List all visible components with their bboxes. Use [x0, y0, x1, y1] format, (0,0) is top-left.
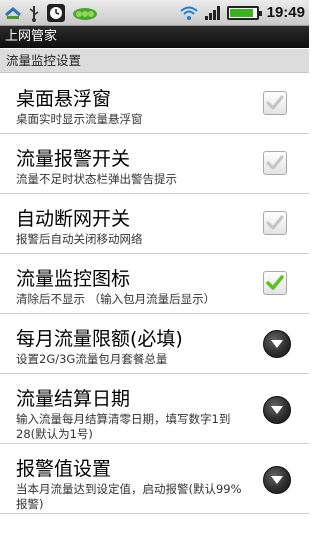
- setting-subtitle: 当本月流量达到设定值，启动报警(默认99%报警): [16, 482, 242, 511]
- wifi-icon: [179, 6, 198, 20]
- setting-title: 桌面悬浮窗: [16, 88, 112, 110]
- billing-date-dropdown-button[interactable]: [263, 396, 291, 424]
- battery-level-fill: [229, 8, 254, 17]
- checkmark-icon: [266, 95, 284, 110]
- chevron-down-icon: [271, 340, 283, 348]
- checkmark-icon: [266, 275, 284, 290]
- pea-app-icon: [73, 7, 97, 20]
- setting-subtitle: 设置2G/3G流量包月套餐总量: [16, 352, 168, 366]
- setting-subtitle: 报警后自动关闭移动网络: [16, 232, 143, 246]
- battery-icon: [226, 5, 262, 20]
- chevron-down-icon: [271, 406, 283, 414]
- status-right-icons: 19:49: [179, 2, 305, 23]
- section-header: 流量监控设置: [0, 49, 309, 73]
- setting-alarm-threshold[interactable]: 报警值设置 当本月流量达到设定值，启动报警(默认99%报警): [0, 444, 309, 514]
- setting-title: 每月流量限额(必填): [16, 328, 183, 350]
- traffic-alarm-checkbox[interactable]: [263, 151, 287, 175]
- app-title-bar: 上网管家: [0, 26, 309, 48]
- setting-title: 流量结算日期: [16, 388, 131, 410]
- setting-billing-date[interactable]: 流量结算日期 输入流量每月结算清零日期，填写数字1到28(默认为1号): [0, 374, 309, 444]
- setting-subtitle: 桌面实时显示流量悬浮窗: [16, 112, 143, 126]
- checkmark-icon: [266, 215, 284, 230]
- setting-traffic-alarm[interactable]: 流量报警开关 流量不足时状态栏弹出警告提示: [0, 134, 309, 194]
- monitor-icon-checkbox[interactable]: [263, 271, 287, 295]
- clock-time: 19:49: [266, 4, 305, 21]
- usb-icon: [29, 5, 39, 22]
- setting-monthly-limit[interactable]: 每月流量限额(必填) 设置2G/3G流量包月套餐总量: [0, 314, 309, 374]
- status-left-icons: [4, 2, 98, 23]
- chevron-down-icon: [271, 476, 283, 484]
- checkmark-icon: [266, 155, 284, 170]
- status-bar: 19:49: [0, 0, 309, 26]
- setting-title: 流量报警开关: [16, 148, 131, 170]
- setting-title: 流量监控图标: [16, 268, 131, 290]
- auto-disconnect-checkbox[interactable]: [263, 211, 287, 235]
- alarm-clock-icon: [47, 3, 65, 22]
- alarm-threshold-dropdown-button[interactable]: [263, 466, 291, 494]
- setting-auto-disconnect[interactable]: 自动断网开关 报警后自动关闭移动网络: [0, 194, 309, 254]
- app-title: 上网管家: [5, 29, 58, 44]
- setting-subtitle: 流量不足时状态栏弹出警告提示: [16, 172, 177, 186]
- setting-subtitle: 清除后不显示 （输入包月流量后显示）: [16, 292, 216, 306]
- section-header-label: 流量监控设置: [6, 53, 82, 68]
- monthly-limit-dropdown-button[interactable]: [263, 330, 291, 358]
- floating-window-checkbox[interactable]: [263, 91, 287, 115]
- signal-icon: [204, 5, 220, 20]
- setting-floating-window[interactable]: 桌面悬浮窗 桌面实时显示流量悬浮窗: [0, 74, 309, 134]
- setting-title: 报警值设置: [16, 458, 112, 480]
- sync-icon: [5, 6, 21, 19]
- setting-title: 自动断网开关: [16, 208, 131, 230]
- setting-subtitle: 输入流量每月结算清零日期，填写数字1到28(默认为1号): [16, 412, 231, 441]
- setting-monitor-icon[interactable]: 流量监控图标 清除后不显示 （输入包月流量后显示）: [0, 254, 309, 314]
- settings-list: 桌面悬浮窗 桌面实时显示流量悬浮窗 流量报警开关 流量不足时状态栏弹出警告提示 …: [0, 74, 309, 514]
